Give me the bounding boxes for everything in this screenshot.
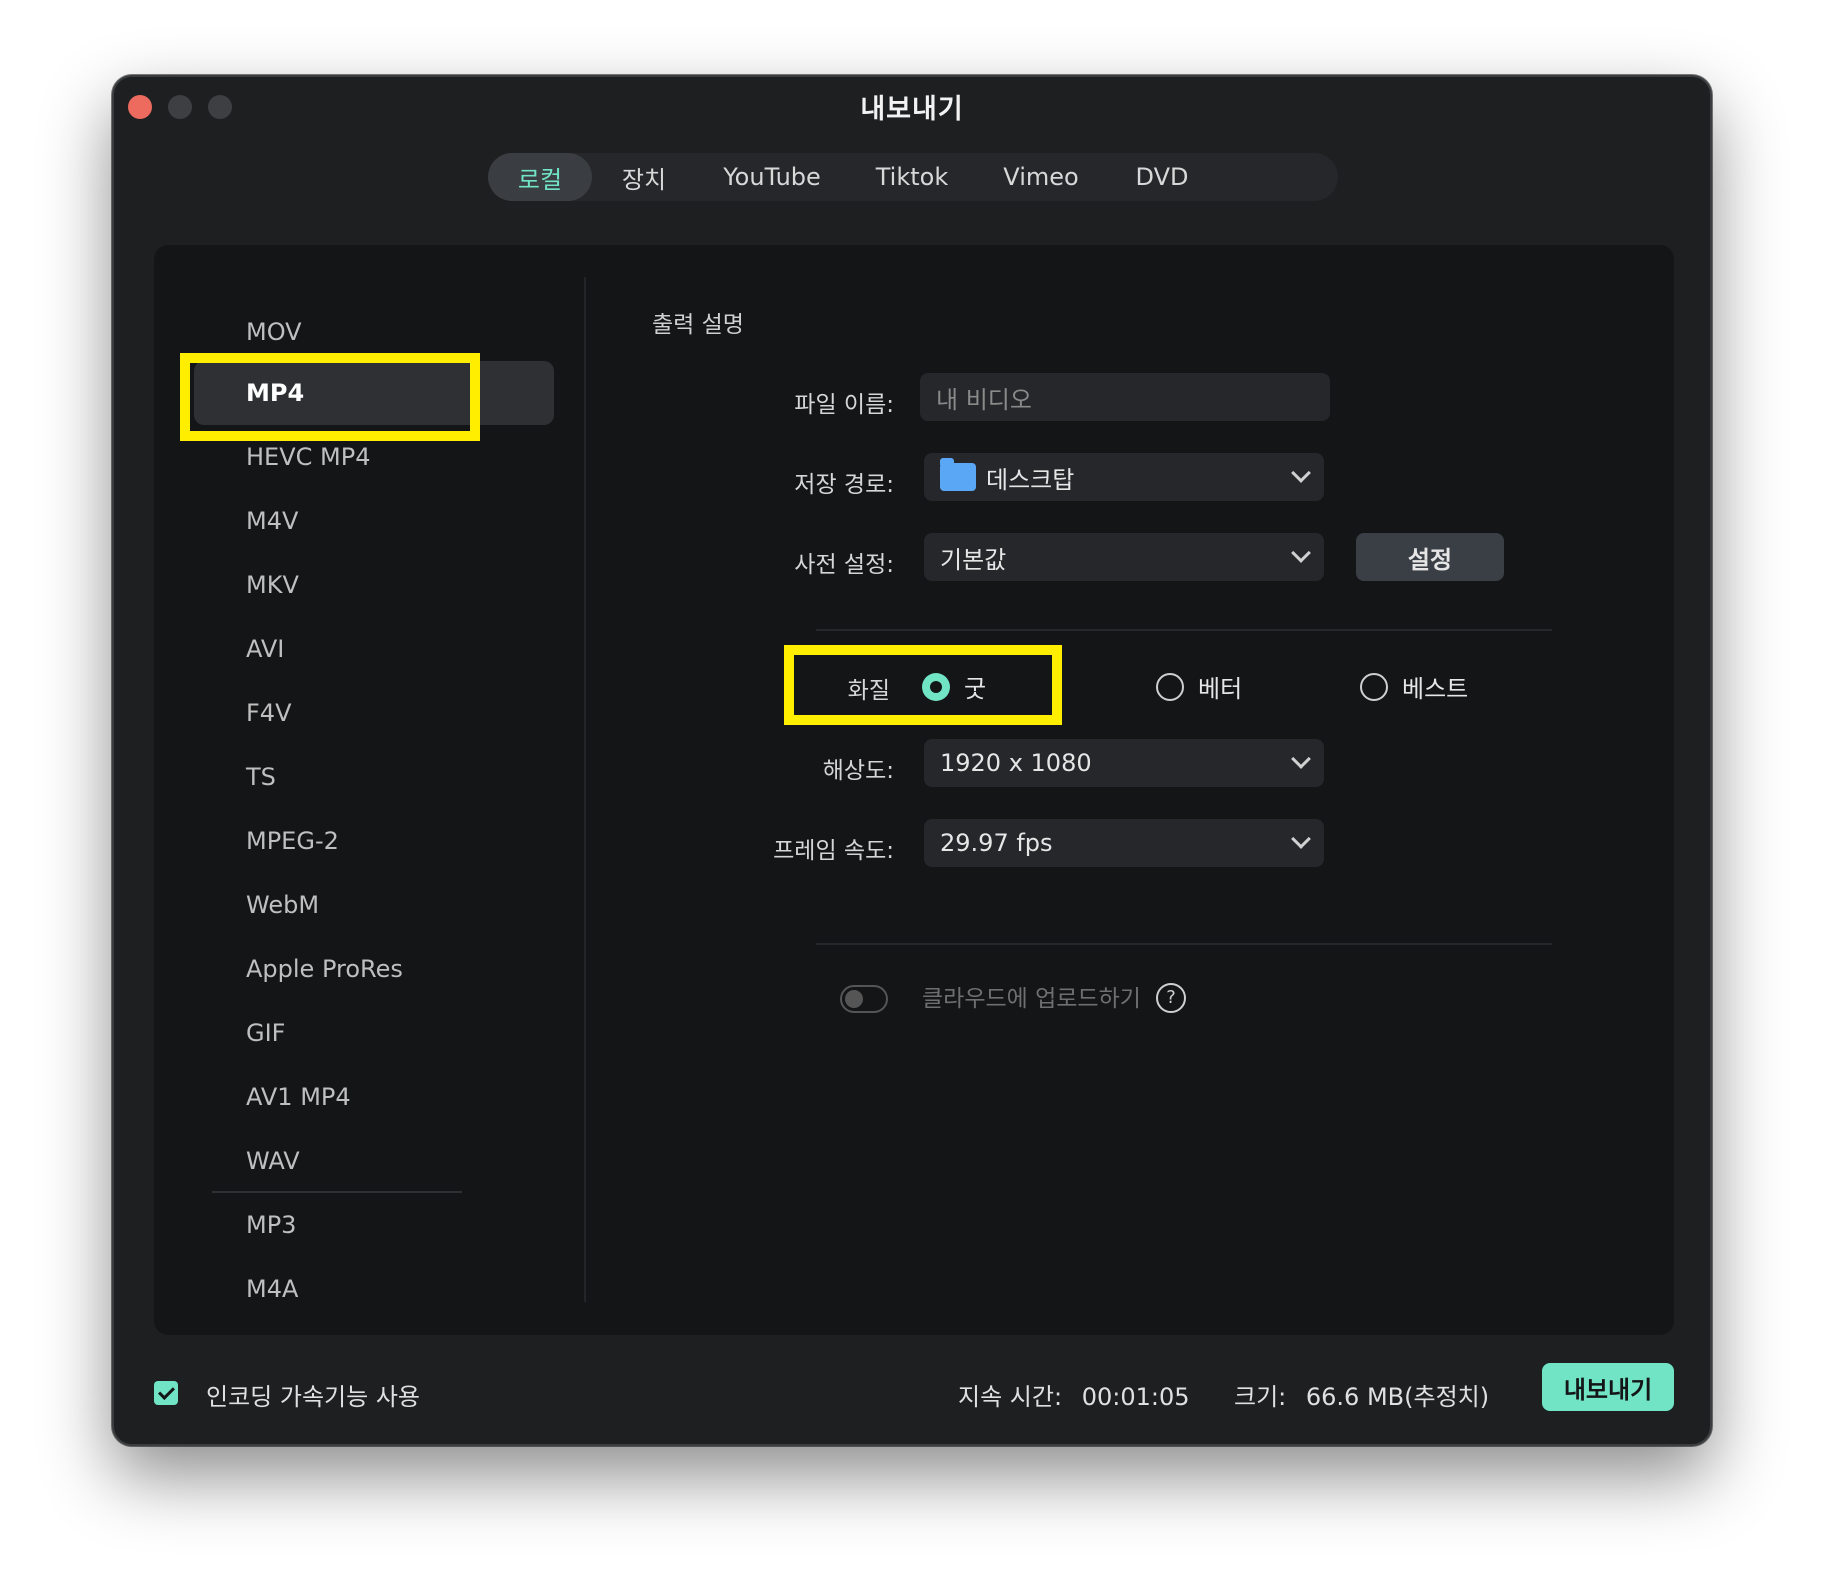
chevron-down-icon <box>1291 463 1311 483</box>
save-path-value: 데스크탑 <box>986 465 1075 494</box>
export-dialog: 내보내기 로컬 장치 YouTube Tiktok Vimeo DVD MOV … <box>112 75 1712 1446</box>
tab-tiktok[interactable]: Tiktok <box>848 153 976 201</box>
framerate-dropdown[interactable]: 29.97 fps <box>924 819 1324 867</box>
duration-label: 지속 시간: <box>958 1383 1063 1411</box>
format-item-apple-prores[interactable]: Apple ProRes <box>246 937 403 1001</box>
format-item-webm[interactable]: WebM <box>246 873 319 937</box>
format-item-wav[interactable]: WAV <box>246 1129 300 1193</box>
size-info: 크기: 66.6 MB(추정치) <box>1234 1377 1489 1412</box>
chevron-down-icon <box>1291 543 1311 563</box>
output-section-title: 출력 설명 <box>652 312 744 338</box>
preset-label: 사전 설정: <box>794 552 894 578</box>
tab-local[interactable]: 로컬 <box>488 153 592 201</box>
format-item-f4v[interactable]: F4V <box>246 681 292 745</box>
format-item-m4a[interactable]: M4A <box>246 1257 298 1321</box>
quality-option-best-label: 베스트 <box>1402 675 1469 703</box>
window-title: 내보내기 <box>860 94 964 125</box>
filename-input[interactable]: 내 비디오 <box>920 373 1330 421</box>
size-label: 크기: <box>1234 1383 1287 1411</box>
format-item-avi[interactable]: AVI <box>246 617 284 681</box>
help-icon[interactable]: ? <box>1156 983 1186 1013</box>
quality-radio-best[interactable]: 베스트 <box>1360 669 1468 704</box>
chevron-down-icon <box>1291 749 1311 769</box>
duration-value: 00:01:05 <box>1081 1383 1190 1411</box>
preset-value: 기본값 <box>940 545 1007 574</box>
mp4-highlight-box <box>180 353 480 441</box>
tab-dvd[interactable]: DVD <box>1106 153 1218 201</box>
preset-dropdown[interactable]: 기본값 <box>924 533 1324 581</box>
save-path-dropdown[interactable]: 데스크탑 <box>924 453 1324 501</box>
format-item-av1-mp4[interactable]: AV1 MP4 <box>246 1065 351 1129</box>
filename-placeholder: 내 비디오 <box>936 385 1032 414</box>
format-item-gif[interactable]: GIF <box>246 1001 285 1065</box>
cloud-divider <box>816 943 1552 945</box>
framerate-value: 29.97 fps <box>940 829 1053 857</box>
export-button[interactable]: 내보내기 <box>1542 1363 1674 1411</box>
framerate-label: 프레임 속도: <box>773 838 894 864</box>
vertical-divider <box>584 277 586 1302</box>
format-list: MOV MP4 HEVC MP4 M4V MKV AVI F4V TS MPEG… <box>154 245 584 1335</box>
format-item-mpeg2[interactable]: MPEG-2 <box>246 809 339 873</box>
resolution-dropdown[interactable]: 1920 x 1080 <box>924 739 1324 787</box>
quality-radio-better[interactable]: 베터 <box>1156 669 1242 704</box>
settings-divider <box>816 629 1552 631</box>
encoding-acceleration-checkbox[interactable] <box>154 1381 178 1405</box>
format-item-mp3[interactable]: MP3 <box>246 1193 296 1257</box>
footer-bar: 인코딩 가속기능 사용 지속 시간: 00:01:05 크기: 66.6 MB(… <box>114 1361 1710 1421</box>
format-item-mkv[interactable]: MKV <box>246 553 299 617</box>
cloud-upload-label: 클라우드에 업로드하기 <box>922 986 1141 1012</box>
radio-empty-icon <box>1360 672 1388 701</box>
resolution-value: 1920 x 1080 <box>940 749 1092 777</box>
tab-vimeo[interactable]: Vimeo <box>976 153 1106 201</box>
filename-label: 파일 이름: <box>794 392 894 418</box>
chevron-down-icon <box>1291 829 1311 849</box>
resolution-label: 해상도: <box>822 758 894 784</box>
cloud-upload-toggle[interactable] <box>840 985 888 1013</box>
quality-highlight-box <box>784 645 1062 725</box>
quality-option-better-label: 베터 <box>1198 675 1243 703</box>
duration-info: 지속 시간: 00:01:05 <box>958 1377 1189 1412</box>
format-item-m4v[interactable]: M4V <box>246 489 298 553</box>
save-path-label: 저장 경로: <box>794 472 894 498</box>
tab-youtube[interactable]: YouTube <box>696 153 848 201</box>
settings-button[interactable]: 설정 <box>1356 533 1504 581</box>
export-target-tabs: 로컬 장치 YouTube Tiktok Vimeo DVD <box>488 153 1338 201</box>
size-value: 66.6 MB(추정치) <box>1305 1383 1490 1411</box>
encoding-acceleration-label: 인코딩 가속기능 사용 <box>206 1383 420 1411</box>
radio-empty-icon <box>1156 672 1184 701</box>
format-item-ts[interactable]: TS <box>246 745 276 809</box>
export-panel: MOV MP4 HEVC MP4 M4V MKV AVI F4V TS MPEG… <box>154 245 1674 1335</box>
tab-device[interactable]: 장치 <box>592 153 696 201</box>
folder-icon <box>940 458 976 491</box>
